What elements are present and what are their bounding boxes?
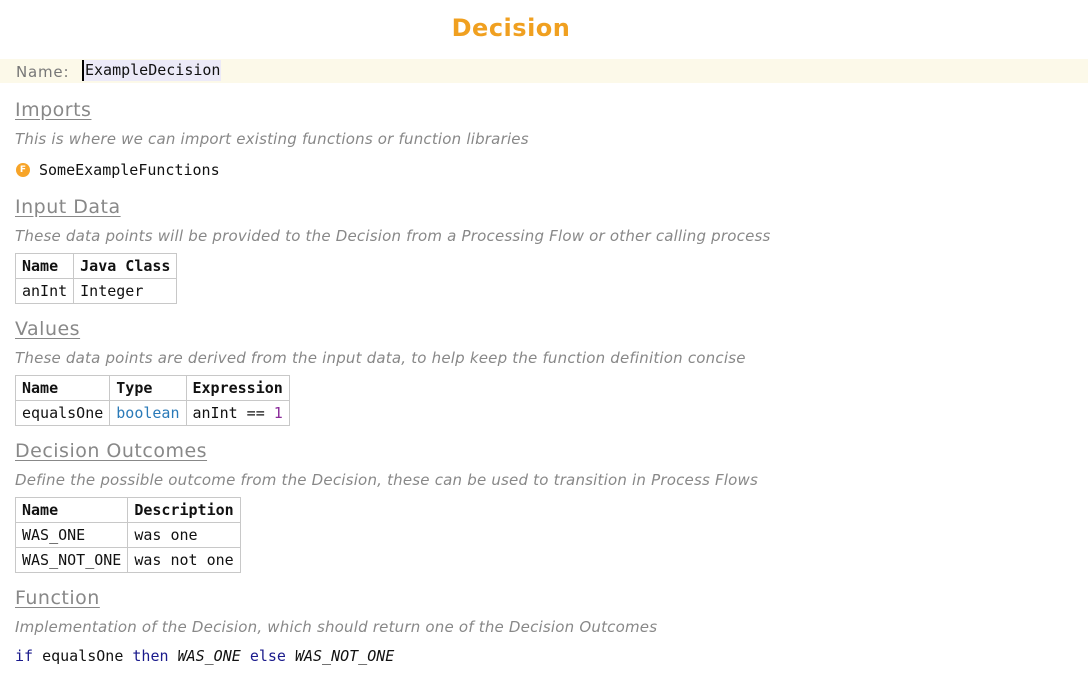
import-item[interactable]: F SomeExampleFunctions — [16, 160, 220, 180]
outcome-description-cell[interactable]: was one — [127, 522, 241, 548]
outcome-description-cell[interactable]: was not one — [127, 547, 241, 573]
column-header-name: Name — [14, 497, 129, 523]
values-table: Name Type Expression equalsOne boolean a… — [14, 375, 290, 426]
imports-heading: Imports — [15, 99, 92, 121]
import-item-name[interactable]: SomeExampleFunctions — [39, 161, 220, 179]
input-name-cell[interactable]: anInt — [14, 278, 75, 304]
else-keyword: else — [249, 647, 286, 665]
column-header-description: Description — [127, 497, 241, 523]
value-type-cell[interactable]: boolean — [109, 400, 187, 426]
column-header-expression: Expression — [185, 375, 290, 401]
function-code[interactable]: if equalsOne then WAS_ONE else WAS_NOT_O… — [15, 647, 394, 665]
if-keyword: if — [15, 647, 34, 665]
input-data-description: These data points will be provided to th… — [15, 227, 771, 245]
table-row: equalsOne boolean anInt == 1 — [14, 400, 290, 426]
expression-number: 1 — [273, 404, 283, 422]
page-title: Decision — [451, 14, 571, 42]
imports-description: This is where we can import existing fun… — [15, 130, 529, 148]
name-input[interactable]: ExampleDecision — [82, 60, 222, 81]
function-heading: Function — [15, 587, 100, 609]
name-label: Name: — [16, 63, 70, 81]
value-name-cell[interactable]: equalsOne — [14, 400, 111, 426]
outcomes-description: Define the possible outcome from the Dec… — [15, 471, 758, 489]
column-header-name: Name — [14, 253, 75, 279]
values-description: These data points are derived from the i… — [15, 349, 746, 367]
column-header-type: Type — [109, 375, 187, 401]
table-row: anInt Integer — [14, 278, 178, 304]
condition-ref[interactable]: equalsOne — [42, 647, 123, 665]
column-header-java-class: Java Class — [73, 253, 178, 279]
input-data-table: Name Java Class anInt Integer — [14, 253, 178, 304]
table-header-row: Name Type Expression — [14, 375, 290, 401]
table-header-row: Name Java Class — [14, 253, 178, 279]
else-outcome[interactable]: WAS_NOT_ONE — [295, 647, 394, 665]
input-class-cell[interactable]: Integer — [73, 278, 178, 304]
outcome-name-cell[interactable]: WAS_ONE — [14, 522, 129, 548]
then-keyword: then — [132, 647, 169, 665]
table-row: WAS_NOT_ONE was not one — [14, 547, 241, 573]
input-data-heading: Input Data — [15, 196, 121, 218]
then-outcome[interactable]: WAS_ONE — [178, 647, 241, 665]
table-header-row: Name Description — [14, 497, 241, 523]
outcome-name-cell[interactable]: WAS_NOT_ONE — [14, 547, 129, 573]
name-row: Name: ExampleDecision — [0, 59, 1088, 83]
outcomes-table: Name Description WAS_ONE was one WAS_NOT… — [14, 497, 241, 573]
function-description: Implementation of the Decision, which sh… — [15, 618, 658, 636]
values-heading: Values — [15, 318, 81, 340]
table-row: WAS_ONE was one — [14, 522, 241, 548]
column-header-name: Name — [14, 375, 111, 401]
outcomes-heading: Decision Outcomes — [15, 440, 208, 462]
function-icon: F — [16, 163, 30, 177]
expression-text: anInt == — [192, 404, 265, 422]
value-expression-cell[interactable]: anInt == 1 — [185, 400, 290, 426]
